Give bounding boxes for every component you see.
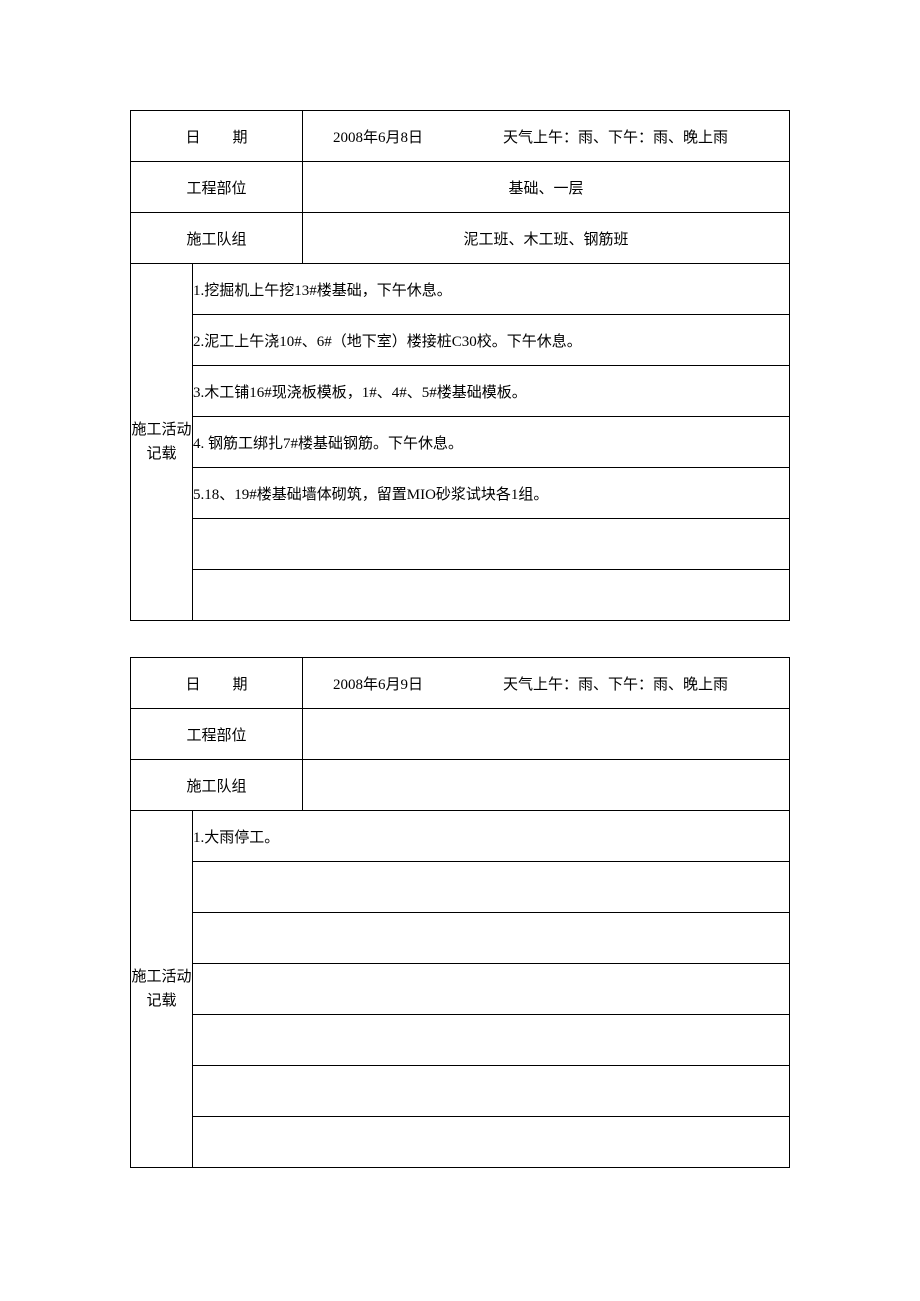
team-value <box>303 760 790 811</box>
activity-row <box>131 1015 790 1066</box>
activity-line: 3.木工铺16#现浇板模板，1#、4#、5#楼基础模板。 <box>193 366 790 417</box>
team-label: 施工队组 <box>131 213 303 264</box>
activity-label: 施工活动记载 <box>131 811 193 1168</box>
activity-line: 1.大雨停工。 <box>193 811 790 862</box>
team-row: 施工队组 泥工班、木工班、钢筋班 <box>131 213 790 264</box>
project-part-value <box>303 709 790 760</box>
project-part-label: 工程部位 <box>131 709 303 760</box>
activity-row: 5.18、19#楼基础墙体砌筑，留置MIO砂浆试块各1组。 <box>131 468 790 519</box>
activity-row <box>131 1117 790 1168</box>
date-value: 2008年6月9日 <box>333 673 423 694</box>
activity-line <box>193 1066 790 1117</box>
activity-row: 2.泥工上午浇10#、6#（地下室）楼接桩C30校。下午休息。 <box>131 315 790 366</box>
project-part-row: 工程部位 <box>131 709 790 760</box>
date-value: 2008年6月8日 <box>333 126 423 147</box>
activity-row <box>131 862 790 913</box>
activity-row: 4. 钢筋工绑扎7#楼基础钢筋。下午休息。 <box>131 417 790 468</box>
team-label: 施工队组 <box>131 760 303 811</box>
log-table-2: 日期 2008年6月9日 天气上午：雨、下午：雨、晚上雨 工程部位 施工队组 施… <box>130 657 790 1168</box>
activity-row: 3.木工铺16#现浇板模板，1#、4#、5#楼基础模板。 <box>131 366 790 417</box>
activity-line <box>193 1117 790 1168</box>
date-label: 日期 <box>131 111 303 162</box>
activity-row <box>131 964 790 1015</box>
date-row: 日期 2008年6月9日 天气上午：雨、下午：雨、晚上雨 <box>131 658 790 709</box>
log-table-1: 日期 2008年6月8日 天气上午：雨、下午：雨、晚上雨 工程部位 基础、一层 … <box>130 110 790 621</box>
activity-line <box>193 519 790 570</box>
date-row: 日期 2008年6月8日 天气上午：雨、下午：雨、晚上雨 <box>131 111 790 162</box>
weather-value: 天气上午：雨、下午：雨、晚上雨 <box>503 126 728 147</box>
activity-row <box>131 1066 790 1117</box>
activity-line: 2.泥工上午浇10#、6#（地下室）楼接桩C30校。下午休息。 <box>193 315 790 366</box>
activity-line: 5.18、19#楼基础墙体砌筑，留置MIO砂浆试块各1组。 <box>193 468 790 519</box>
activity-line: 1.挖掘机上午挖13#楼基础，下午休息。 <box>193 264 790 315</box>
activity-label: 施工活动记载 <box>131 264 193 621</box>
team-value: 泥工班、木工班、钢筋班 <box>303 213 790 264</box>
weather-value: 天气上午：雨、下午：雨、晚上雨 <box>503 673 728 694</box>
date-label: 日期 <box>131 658 303 709</box>
team-row: 施工队组 <box>131 760 790 811</box>
project-part-value: 基础、一层 <box>303 162 790 213</box>
project-part-row: 工程部位 基础、一层 <box>131 162 790 213</box>
activity-line <box>193 1015 790 1066</box>
date-weather-cell: 2008年6月9日 天气上午：雨、下午：雨、晚上雨 <box>303 658 790 709</box>
activity-row: 施工活动记载 1.挖掘机上午挖13#楼基础，下午休息。 <box>131 264 790 315</box>
activity-row <box>131 519 790 570</box>
activity-line <box>193 913 790 964</box>
activity-line <box>193 570 790 621</box>
activity-line <box>193 862 790 913</box>
project-part-label: 工程部位 <box>131 162 303 213</box>
date-weather-cell: 2008年6月8日 天气上午：雨、下午：雨、晚上雨 <box>303 111 790 162</box>
activity-row <box>131 570 790 621</box>
activity-row <box>131 913 790 964</box>
activity-line <box>193 964 790 1015</box>
activity-line: 4. 钢筋工绑扎7#楼基础钢筋。下午休息。 <box>193 417 790 468</box>
activity-row: 施工活动记载 1.大雨停工。 <box>131 811 790 862</box>
